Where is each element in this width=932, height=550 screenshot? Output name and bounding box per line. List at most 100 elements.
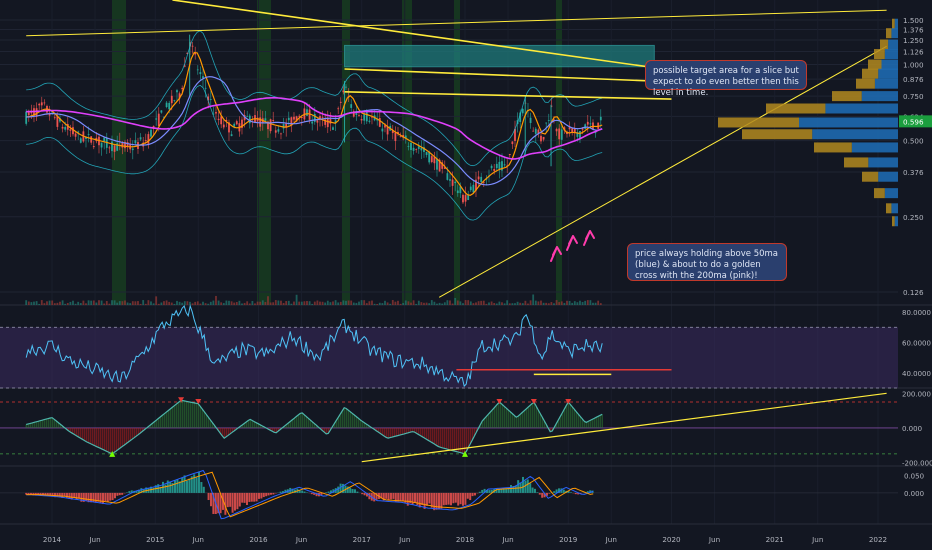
macd-hist-bar — [238, 492, 241, 507]
volume-bar — [469, 301, 472, 305]
macd-hist-bar — [327, 491, 330, 493]
volume-bar — [238, 300, 241, 305]
macd-hist-bar — [113, 492, 116, 499]
macd-hist-bar — [104, 492, 107, 501]
candle-body — [589, 123, 592, 125]
macd-hist-bar — [301, 490, 304, 493]
macd-hist-bar — [272, 492, 275, 495]
volume-bar — [40, 300, 43, 305]
y-tick-label: 0.376 — [903, 168, 924, 177]
x-tick-label: Jun — [398, 535, 410, 544]
volume-profile-bar — [894, 216, 898, 227]
candle-body — [38, 103, 41, 106]
volume-bar — [404, 300, 407, 305]
candle-body — [222, 124, 225, 128]
y-tick-label: 1.500 — [903, 16, 924, 25]
candle-body — [521, 108, 524, 114]
candle-body — [155, 118, 158, 120]
candle-body — [430, 156, 433, 163]
volume-bar — [269, 302, 272, 305]
highlight-column — [257, 0, 271, 305]
candle-body — [420, 147, 423, 151]
candle-body — [599, 116, 602, 121]
volume-bar — [111, 300, 113, 305]
candle-body — [287, 117, 290, 121]
macd-hist-bar — [269, 492, 272, 495]
macd-hist-bar — [478, 491, 481, 493]
macd-hist-bar — [423, 492, 426, 509]
macd-hist-bar — [531, 487, 534, 493]
candle-body — [181, 87, 184, 90]
volume-bar — [324, 302, 327, 305]
volume-bar — [326, 300, 329, 305]
volume-bar — [381, 303, 384, 305]
volume-bar — [550, 302, 553, 305]
volume-bar — [82, 300, 85, 305]
volume-bar — [467, 300, 470, 305]
macd-hist-bar — [541, 492, 544, 498]
candle-body — [547, 120, 550, 121]
volume-profile-bar — [868, 157, 898, 168]
volume-bar — [493, 303, 496, 305]
candle-body — [298, 115, 301, 117]
volume-bar — [77, 301, 80, 305]
macd-hist-bar — [469, 492, 472, 501]
volume-bar — [196, 301, 199, 305]
volume-bar — [576, 302, 579, 305]
osc-tick-label: 0.000 — [902, 425, 922, 433]
volume-bar — [46, 301, 48, 305]
candle-body — [160, 110, 163, 113]
macd-hist-bar — [524, 480, 527, 493]
volume-bar — [373, 303, 376, 305]
volume-bar — [532, 294, 535, 305]
macd-tick-label: 0.050 — [904, 473, 924, 481]
macd-hist-bar — [433, 492, 436, 511]
candle-body — [199, 72, 202, 75]
volume-bar — [118, 301, 121, 305]
volume-bar — [389, 303, 392, 305]
volume-bar — [540, 300, 542, 305]
volume-bar — [228, 300, 230, 305]
volume-profile-bar — [874, 49, 885, 60]
macd-hist-bar — [442, 492, 445, 506]
candle-body — [87, 133, 90, 135]
volume-bar — [300, 301, 303, 305]
volume-bar — [178, 301, 181, 305]
macd-hist-bar — [245, 492, 248, 506]
volume-bar — [165, 300, 168, 305]
candle-body — [433, 157, 436, 164]
volume-bar — [295, 294, 298, 305]
y-tick-label: 1.126 — [903, 47, 924, 56]
volume-bar — [454, 297, 457, 305]
candle-body — [306, 109, 308, 116]
volume-bar — [524, 300, 527, 305]
macd-hist-bar — [229, 492, 232, 507]
candle-body — [230, 134, 233, 137]
volume-bar — [87, 300, 90, 305]
candle-body — [280, 133, 282, 135]
candle-body — [542, 136, 545, 140]
volume-bar — [472, 303, 475, 305]
candle-body — [332, 127, 334, 130]
volume-bar — [116, 302, 119, 305]
volume-bar — [53, 303, 56, 305]
volume-bar — [319, 301, 321, 305]
volume-bar — [449, 300, 451, 305]
candle-body — [446, 173, 449, 180]
volume-bar — [446, 300, 449, 305]
candle-body — [150, 129, 152, 137]
volume-bar — [339, 301, 342, 305]
volume-bar — [85, 303, 87, 305]
macd-hist-bar — [392, 492, 395, 499]
volume-bar — [285, 301, 288, 305]
candle-body — [360, 118, 363, 121]
macd-hist-bar — [497, 489, 500, 493]
candle-body — [311, 121, 314, 124]
volume-bar — [313, 301, 316, 305]
candle-body — [144, 140, 147, 141]
volume-bar — [599, 303, 602, 305]
macd-hist-bar — [75, 492, 78, 500]
candle-body — [462, 194, 464, 203]
macd-hist-bar — [169, 481, 172, 493]
candle-body — [248, 115, 251, 124]
